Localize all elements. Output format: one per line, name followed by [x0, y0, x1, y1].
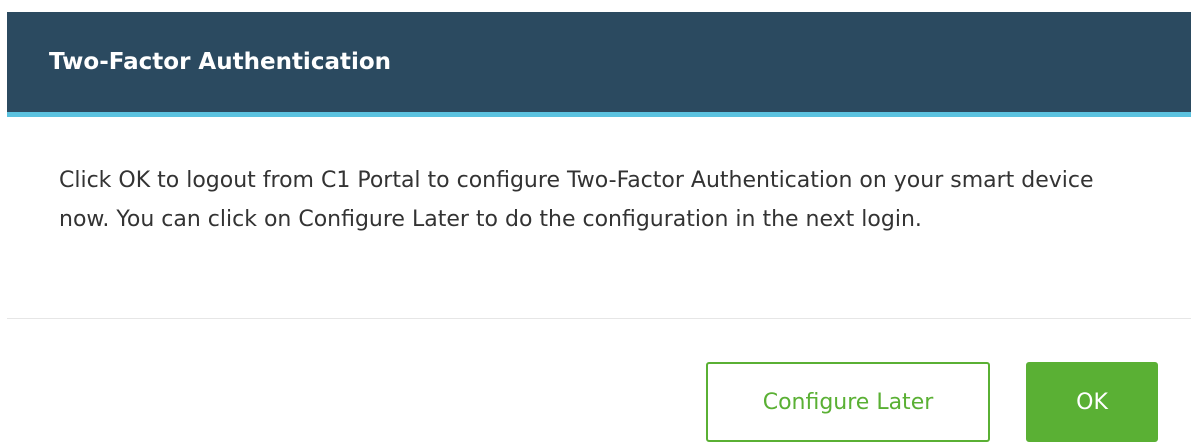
dialog-header: Two-Factor Authentication — [7, 12, 1191, 117]
dialog-title: Two-Factor Authentication — [49, 49, 392, 75]
configure-later-button[interactable]: Configure Later — [706, 362, 990, 442]
dialog-message: Click OK to logout from C1 Portal to con… — [59, 168, 1094, 232]
dialog-top-margin — [7, 0, 1191, 12]
footer-divider — [7, 318, 1191, 319]
two-factor-dialog: Two-Factor Authentication Click OK to lo… — [7, 0, 1191, 442]
ok-button[interactable]: OK — [1026, 362, 1158, 442]
